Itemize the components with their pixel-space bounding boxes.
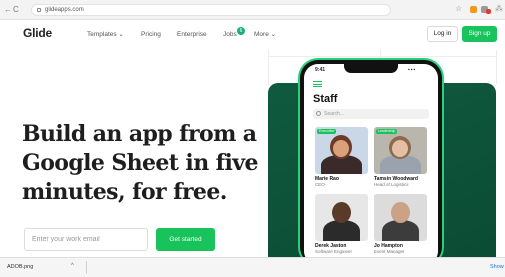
person-face [333,140,349,157]
nav-more[interactable]: More ⌄ [254,31,276,39]
chevron-up-icon[interactable]: ^ [71,263,74,269]
person-silhouette [382,220,419,241]
phone-screen: 9:41 ▪▪▪ Staff Search... Executive Marie… [304,64,438,265]
login-button[interactable]: Log in [427,26,458,42]
search-icon [316,111,321,116]
grid-line [268,56,496,57]
hero-line: Build an app from a [22,121,257,147]
work-email-input[interactable] [24,228,148,251]
url-text: glideapps.com [45,7,84,13]
show-all-link[interactable]: Show [490,264,504,270]
nav-pricing[interactable]: Pricing [141,31,161,39]
extensions-puzzle-icon[interactable]: ⁂ [495,4,503,14]
download-file-name[interactable]: ADOB.png [7,264,33,270]
staff-role: CEO [315,182,325,187]
get-started-button[interactable]: Get started [156,228,215,251]
staff-photo [315,194,368,241]
address-bar[interactable]: glideapps.com [31,4,391,16]
nav-jobs[interactable]: Jobs [223,31,237,39]
hero-headline: Build an app from a Google Sheet in five… [22,120,267,207]
jobs-count-badge: 6 [237,27,245,35]
back-icon[interactable]: ← [4,5,12,15]
extension-icon[interactable] [470,6,477,13]
extension-badge-icon [486,9,491,14]
person-head [332,202,351,223]
browser-toolbar: ← C glideapps.com ☆ ⁂ [0,0,505,20]
signal-icon: ▪▪▪ [408,67,417,73]
divider [86,261,87,274]
hamburger-menu-icon [313,81,322,87]
phone-app-title: Staff [313,93,338,105]
staff-role: Event Manager [374,249,405,254]
person-silhouette [323,220,360,241]
hero-line: Google Sheet in five [22,150,258,176]
phone-search-field: Search... [313,109,429,119]
reload-icon[interactable]: C [13,5,19,15]
phone-search-placeholder: Search... [324,111,345,117]
person-head [391,202,410,223]
nav-templates[interactable]: Templates ⌄ [87,31,124,39]
staff-photo [374,127,427,174]
staff-role: Software Engineer [315,249,353,254]
staff-photo [315,127,368,174]
person-face [392,140,408,157]
bookmark-star-icon[interactable]: ☆ [455,4,462,14]
grid-line [496,50,497,84]
staff-role: Head of Logistics [374,182,409,187]
staff-tag: Executive [317,129,337,134]
phone-time: 9:41 [315,67,326,73]
nav-enterprise[interactable]: Enterprise [177,31,207,39]
signup-button[interactable]: Sign up [462,26,497,42]
staff-photo [374,194,427,241]
phone-mockup: 9:41 ▪▪▪ Staff Search... Executive Marie… [300,60,442,265]
staff-tag: Leadership [376,129,398,134]
glide-logo[interactable]: Glide [23,26,52,40]
hero-line: minutes, for free. [22,179,227,205]
lock-icon [37,8,41,12]
download-shelf: ADOB.png ^ Show [0,257,505,277]
phone-notch [344,64,398,73]
